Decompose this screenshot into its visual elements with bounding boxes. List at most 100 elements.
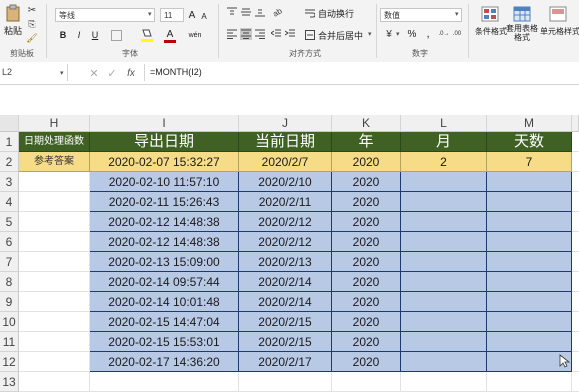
header-cell-i[interactable]: 导出日期 [90,132,239,152]
column-header-i[interactable]: I [90,115,239,132]
wrap-text-icon[interactable] [304,7,316,18]
empty-cell[interactable] [572,312,579,332]
cancel-icon[interactable]: ✕ [88,66,100,80]
chevron-down-icon[interactable]: ▾ [60,69,64,77]
paste-icon[interactable] [4,4,22,22]
merge-center-icon[interactable] [304,29,316,40]
font-name-box[interactable]: 等线 [55,8,155,22]
data-cell-i[interactable]: 2020-02-13 15:09:00 [90,252,239,272]
data-cell-j[interactable]: 2020/2/15 [239,312,332,332]
empty-cell[interactable] [19,352,90,372]
row-header[interactable]: 7 [0,252,19,272]
header-cell-j[interactable]: 当前日期 [239,132,332,152]
format-as-table-icon[interactable] [513,5,531,23]
paste-button[interactable]: 粘贴 [2,24,24,37]
data-cell-m[interactable] [487,292,572,312]
border-icon[interactable] [110,29,124,41]
empty-cell[interactable] [572,352,579,372]
align-middle-icon[interactable] [240,6,252,18]
answer-cell-l[interactable]: 2 [401,152,487,172]
data-cell-l[interactable] [401,172,487,192]
font-size-box[interactable]: 11 [160,8,184,22]
answer-cell-k[interactable]: 2020 [332,152,401,172]
answer-cell-m[interactable]: 7 [487,152,572,172]
data-cell-k[interactable]: 2020 [332,192,401,212]
indent-decrease-icon[interactable] [270,28,282,40]
column-header-m[interactable]: M [487,115,572,132]
data-cell-l[interactable] [401,212,487,232]
empty-cell[interactable] [19,272,90,292]
data-cell-l[interactable] [401,192,487,212]
data-cell-i[interactable]: 2020-02-15 14:47:04 [90,312,239,332]
comma-button[interactable]: , [422,28,434,40]
empty-cell[interactable] [19,172,90,192]
empty-cell[interactable] [572,272,579,292]
align-right-icon[interactable] [254,28,266,40]
header-cell-h[interactable]: 日期处理函数 [19,132,90,152]
data-cell-m[interactable] [487,172,572,192]
empty-cell[interactable] [19,232,90,252]
row-header[interactable]: 6 [0,232,19,252]
italic-button[interactable]: I [74,29,84,41]
data-cell-k[interactable]: 2020 [332,352,401,372]
data-cell-m[interactable] [487,312,572,332]
data-cell-j[interactable]: 2020/2/15 [239,332,332,352]
answer-cell-j[interactable]: 2020/2/7 [239,152,332,172]
align-left-icon[interactable] [226,28,238,40]
row-header[interactable]: 13 [0,372,19,392]
align-center-icon[interactable] [240,28,252,40]
conditional-format-button[interactable]: 条件格式 [474,26,508,37]
data-cell-l[interactable] [401,272,487,292]
grow-font-button[interactable]: A [187,8,197,22]
percent-button[interactable]: % [406,28,418,40]
row-header[interactable]: 11 [0,332,19,352]
data-cell-m[interactable] [487,332,572,352]
answer-label-cell[interactable]: 参考答案 [19,152,90,172]
data-cell-m[interactable] [487,252,572,272]
decrease-decimal-icon[interactable]: .00 [451,28,463,40]
format-painter-icon[interactable]: 🖌 [26,32,38,44]
chevron-down-icon[interactable]: ▾ [455,10,459,18]
cell-styles-button[interactable]: 单元格样式 [540,26,579,37]
empty-cell[interactable] [19,312,90,332]
empty-cell[interactable] [487,372,572,392]
name-box[interactable]: L2 [0,64,68,81]
formula-input[interactable]: =MONTH(I2) [150,64,202,81]
align-top-icon[interactable] [226,6,238,18]
data-cell-k[interactable]: 2020 [332,172,401,192]
answer-cell-i[interactable]: 2020-02-07 15:32:27 [90,152,239,172]
data-cell-j[interactable]: 2020/2/10 [239,172,332,192]
row-header[interactable]: 2 [0,152,19,172]
row-header[interactable]: 4 [0,192,19,212]
row-header[interactable]: 10 [0,312,19,332]
data-cell-j[interactable]: 2020/2/12 [239,232,332,252]
fill-color-icon[interactable] [140,28,154,42]
data-cell-m[interactable] [487,272,572,292]
empty-cell[interactable] [19,332,90,352]
enter-icon[interactable]: ✓ [106,66,118,80]
empty-cell[interactable] [572,152,579,172]
column-header-k[interactable]: K [332,115,401,132]
data-cell-i[interactable]: 2020-02-14 10:01:48 [90,292,239,312]
font-color-button[interactable]: A [164,28,176,43]
data-cell-l[interactable] [401,352,487,372]
chevron-down-icon[interactable]: ▾ [148,10,152,18]
row-header[interactable]: 9 [0,292,19,312]
empty-cell[interactable] [239,372,332,392]
data-cell-i[interactable]: 2020-02-17 14:36:20 [90,352,239,372]
column-header-h[interactable]: H [19,115,90,132]
row-header[interactable]: 1 [0,132,19,152]
row-header[interactable]: 3 [0,172,19,192]
data-cell-k[interactable]: 2020 [332,232,401,252]
cut-icon[interactable]: ✂ [26,4,38,16]
row-header[interactable]: 5 [0,212,19,232]
data-cell-j[interactable]: 2020/2/11 [239,192,332,212]
empty-cell[interactable] [572,252,579,272]
data-cell-l[interactable] [401,292,487,312]
empty-cell[interactable] [572,372,579,392]
data-cell-m[interactable] [487,192,572,212]
shrink-font-button[interactable]: A [199,10,209,22]
data-cell-i[interactable]: 2020-02-11 15:26:43 [90,192,239,212]
phonetic-button[interactable]: wén [186,29,204,41]
data-cell-i[interactable]: 2020-02-15 15:53:01 [90,332,239,352]
